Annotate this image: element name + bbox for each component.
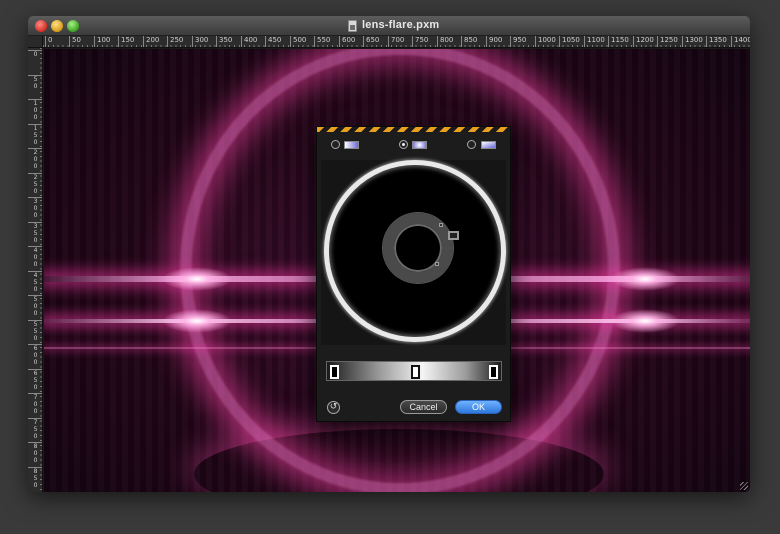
ruler-corner[interactable] bbox=[28, 36, 43, 48]
angle-handle[interactable] bbox=[439, 223, 443, 227]
flare-hotspot bbox=[162, 267, 232, 291]
ruler-v-label: 100 bbox=[28, 99, 42, 121]
angle-handle[interactable] bbox=[435, 262, 439, 266]
ruler-h-label: 50 bbox=[69, 36, 81, 47]
vertical-ruler[interactable]: 0 50 100 150 200 250 300 350 400 450 500 550 600 650 7… bbox=[28, 48, 43, 492]
ruler-v-label: 750 bbox=[28, 417, 42, 440]
linear-mode-radio[interactable] bbox=[331, 140, 340, 149]
ruler-v-label: 400 bbox=[28, 246, 42, 268]
gradient-mode-selector bbox=[317, 136, 510, 154]
ruler-h-label: 1400 bbox=[731, 36, 750, 47]
ruler-h-label: 0 bbox=[45, 36, 52, 47]
ruler-h-label: 800 bbox=[437, 36, 453, 47]
ruler-v-label: 50 bbox=[28, 74, 42, 90]
window-title: lens-flare.pxm bbox=[362, 19, 440, 31]
resize-grip[interactable] bbox=[740, 482, 748, 490]
ruler-h-label: 950 bbox=[510, 36, 526, 47]
zoom-window-button[interactable] bbox=[67, 20, 79, 32]
ruler-v-label: 600 bbox=[28, 344, 42, 366]
horizontal-ruler[interactable]: 0 50 100 150 200 250 300 350 400 450 500… bbox=[43, 36, 750, 48]
gradient-stop-middle[interactable] bbox=[411, 365, 420, 379]
ruler-v-label: 300 bbox=[28, 197, 42, 219]
ruler-h-label: 550 bbox=[314, 36, 330, 47]
angle-gradient-swatch-icon[interactable] bbox=[481, 141, 496, 149]
radial-mode-radio[interactable] bbox=[399, 140, 408, 149]
flare-hotspot bbox=[610, 267, 680, 291]
ruler-v-label: 250 bbox=[28, 172, 42, 195]
angle-mode-radio[interactable] bbox=[467, 140, 476, 149]
radial-gradient-swatch-icon[interactable] bbox=[412, 141, 427, 149]
ruler-v-label: 700 bbox=[28, 393, 42, 415]
ruler-h-label: 1100 bbox=[584, 36, 605, 47]
ruler-h-label: 650 bbox=[363, 36, 379, 47]
ruler-v-label: 800 bbox=[28, 442, 42, 464]
ruler-h-label: 1150 bbox=[608, 36, 629, 47]
gradient-stop-left[interactable] bbox=[330, 365, 339, 379]
ruler-v-label: 500 bbox=[28, 295, 42, 317]
cancel-button[interactable]: Cancel bbox=[400, 400, 447, 414]
ruler-h-label: 1350 bbox=[706, 36, 727, 47]
title-bar[interactable]: lens-flare.pxm bbox=[28, 16, 750, 36]
gradient-stops-bar[interactable] bbox=[326, 361, 502, 381]
ruler-v-label: 450 bbox=[28, 270, 42, 293]
ruler-h-label: 450 bbox=[265, 36, 281, 47]
ok-button[interactable]: OK bbox=[455, 400, 502, 414]
minimize-window-button[interactable] bbox=[51, 20, 63, 32]
linear-gradient-swatch-icon[interactable] bbox=[344, 141, 359, 149]
ruler-h-label: 750 bbox=[412, 36, 428, 47]
gradient-editor-dialog: ↺ Cancel OK bbox=[316, 126, 511, 422]
ruler-h-label: 600 bbox=[339, 36, 355, 47]
ruler-h-label: 100 bbox=[94, 36, 110, 47]
ruler-v-label: 350 bbox=[28, 221, 42, 244]
ruler-h-label: 150 bbox=[118, 36, 134, 47]
ruler-h-label: 850 bbox=[461, 36, 477, 47]
gradient-stop-right[interactable] bbox=[489, 365, 498, 379]
ruler-h-label: 1050 bbox=[559, 36, 580, 47]
ruler-h-label: 900 bbox=[486, 36, 502, 47]
ruler-h-label: 400 bbox=[241, 36, 257, 47]
ruler-v-label: 200 bbox=[28, 148, 42, 170]
ruler-h-label: 1300 bbox=[682, 36, 703, 47]
reset-icon[interactable]: ↺ bbox=[327, 401, 340, 414]
flare-hotspot bbox=[610, 309, 680, 333]
ruler-v-label: 0 bbox=[28, 50, 42, 58]
ruler-v-label: 150 bbox=[28, 123, 42, 146]
gradient-preview-disc bbox=[324, 160, 506, 342]
flare-hotspot bbox=[162, 309, 232, 333]
ruler-h-label: 200 bbox=[143, 36, 159, 47]
ruler-h-label: 700 bbox=[388, 36, 404, 47]
document-icon bbox=[348, 20, 357, 32]
gradient-preview[interactable] bbox=[321, 160, 506, 345]
ruler-h-label: 500 bbox=[290, 36, 306, 47]
ruler-h-label: 350 bbox=[216, 36, 232, 47]
ruler-h-label: 300 bbox=[192, 36, 208, 47]
radius-handle[interactable] bbox=[448, 231, 459, 240]
ruler-h-label: 1200 bbox=[633, 36, 654, 47]
ruler-v-label: 550 bbox=[28, 319, 42, 342]
ruler-h-label: 1250 bbox=[657, 36, 678, 47]
ruler-v-label: 850 bbox=[28, 466, 42, 489]
ruler-h-label: 1000 bbox=[535, 36, 556, 47]
close-window-button[interactable] bbox=[35, 20, 47, 32]
ruler-h-label: 250 bbox=[167, 36, 183, 47]
ruler-v-label: 650 bbox=[28, 368, 42, 391]
hazard-stripe bbox=[317, 127, 510, 132]
